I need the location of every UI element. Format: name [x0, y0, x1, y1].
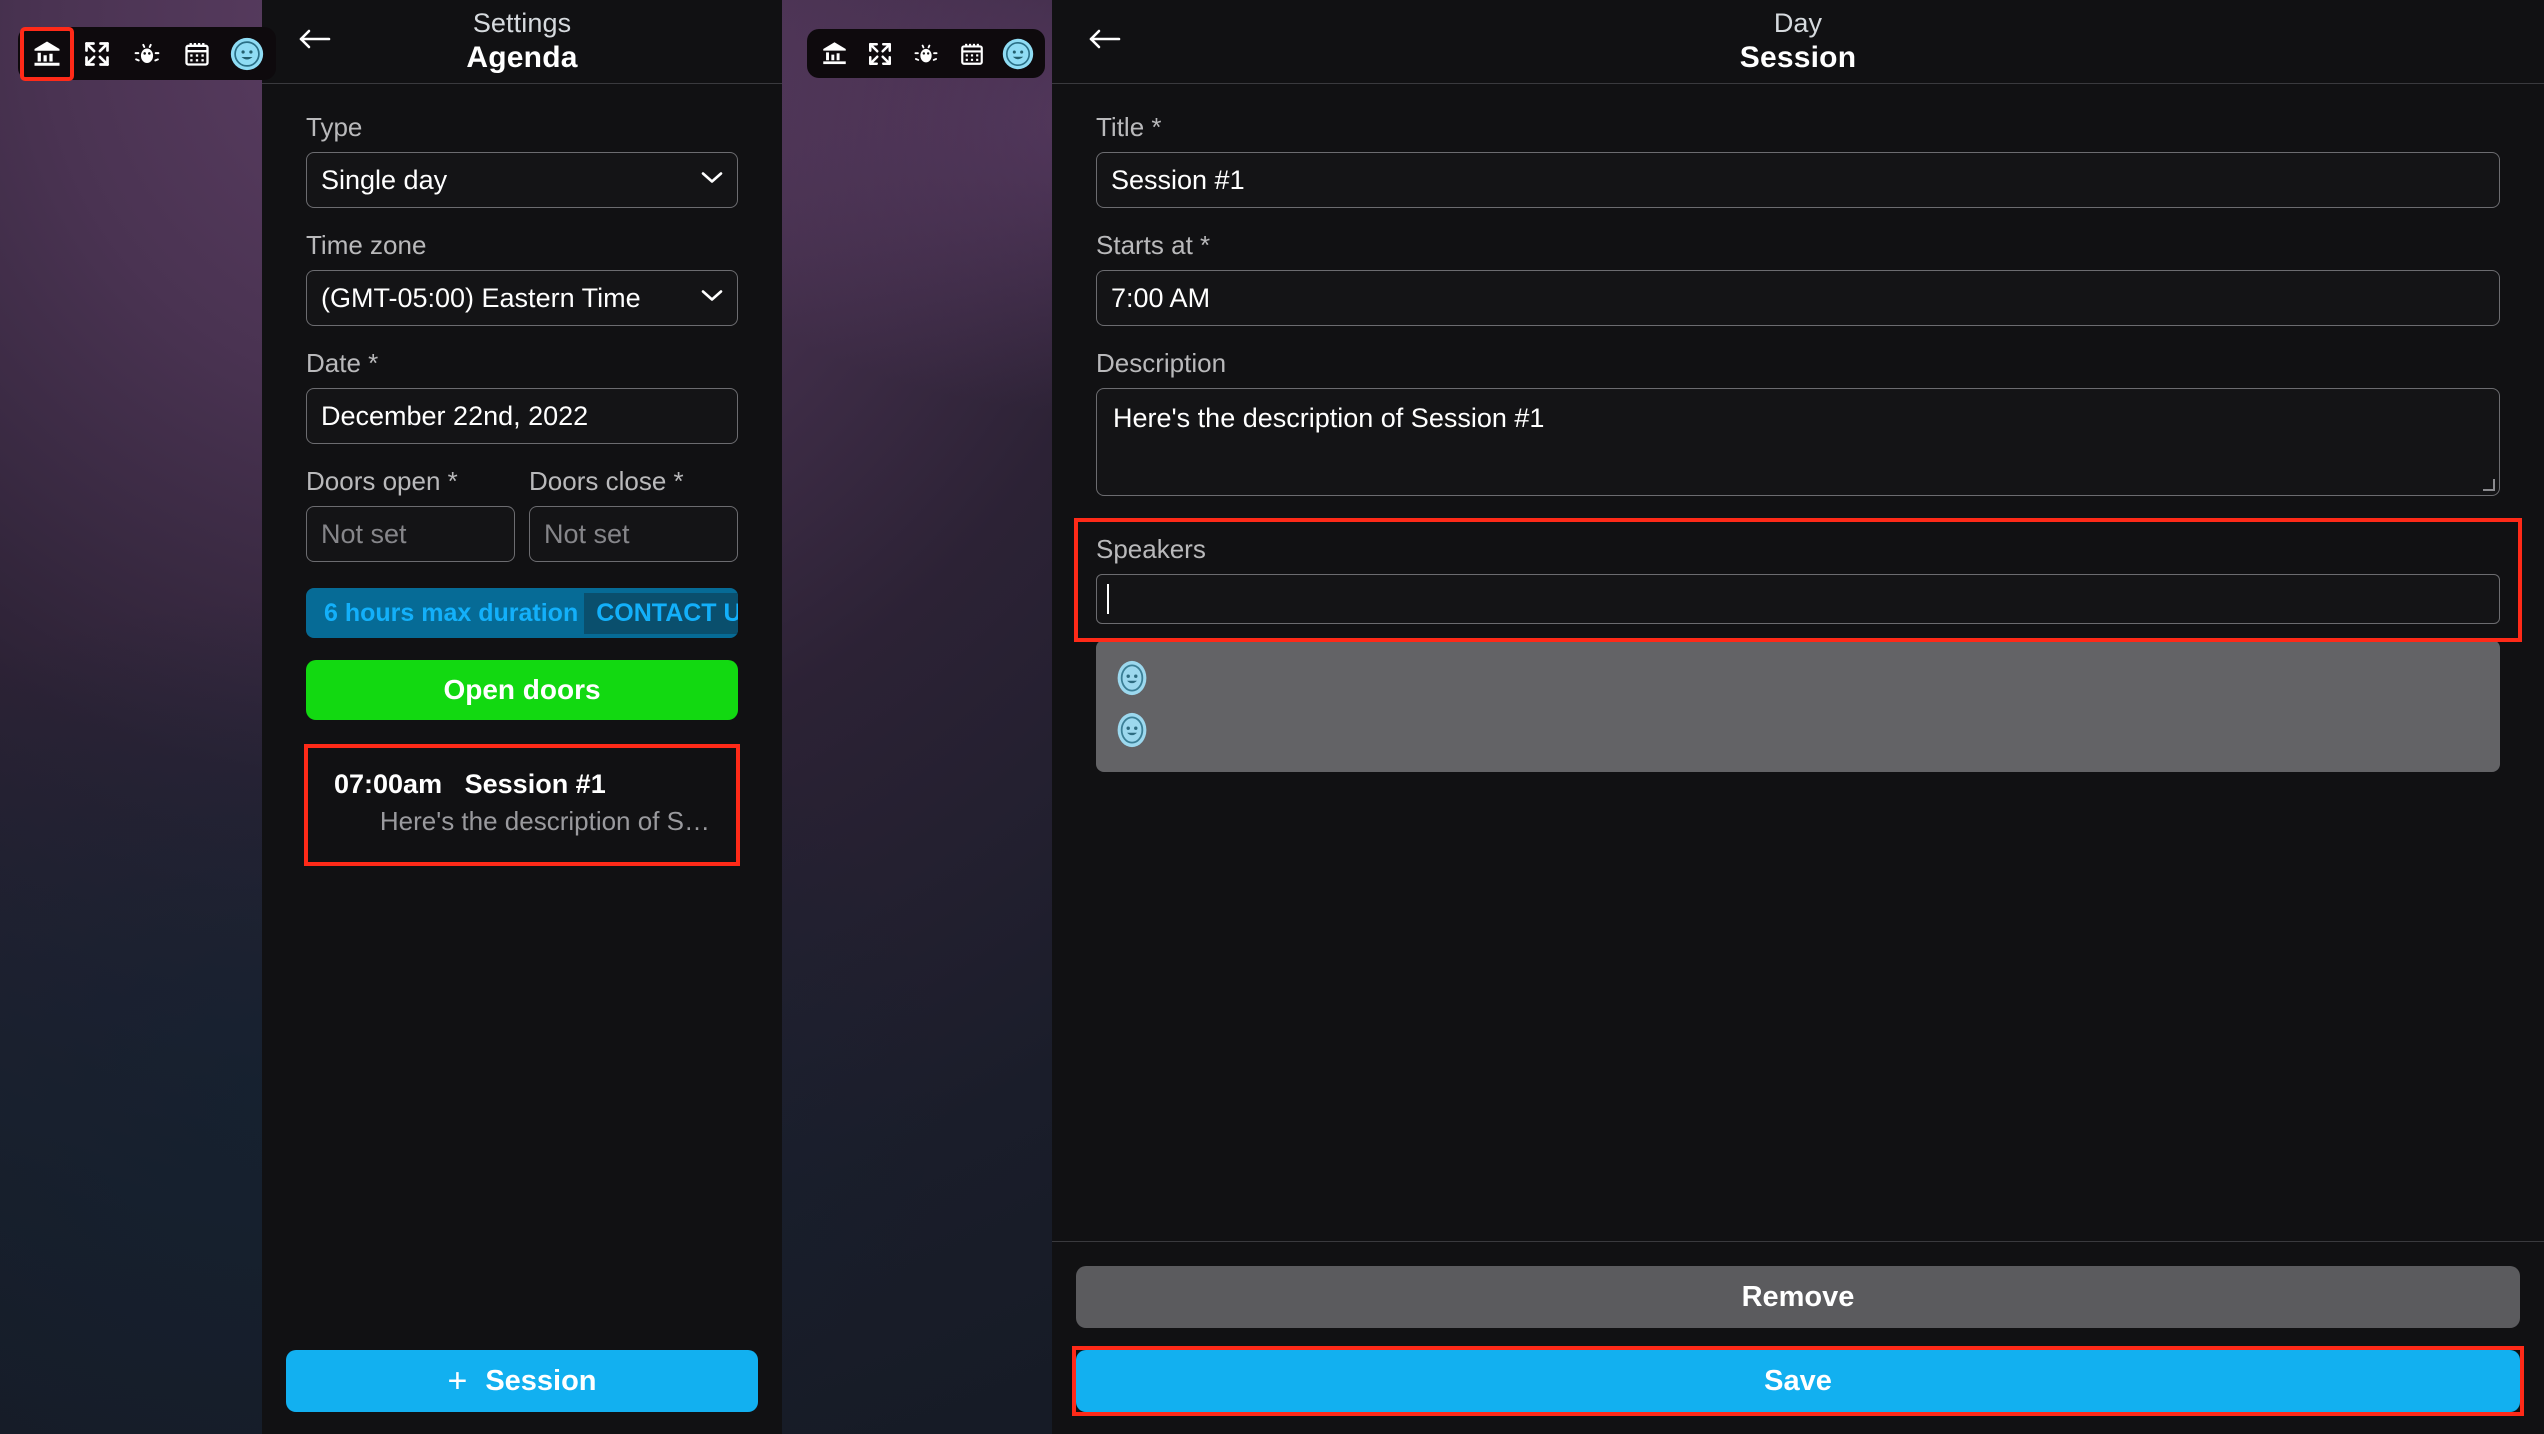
speakers-field: Speakers [1076, 520, 2520, 640]
speaker-option[interactable] [1114, 654, 2482, 706]
description-value: Here's the description of Session #1 [1113, 403, 1545, 433]
date-input[interactable]: December 22nd, 2022 [306, 388, 738, 444]
agenda-panel: Settings Agenda Type Single day Time zon… [262, 0, 782, 1434]
doors-open-label: Doors open * [306, 466, 458, 496]
expand-fullscreen-icon [867, 41, 893, 67]
title-label: Title * [1096, 112, 1162, 142]
toolbar-button-debug[interactable] [124, 31, 170, 77]
toolbar2-button-calendar[interactable] [951, 33, 993, 75]
remove-button[interactable]: Remove [1076, 1266, 2520, 1328]
doors-row: Doors open * Not set Doors close * Not s… [306, 466, 738, 584]
agenda-footer: + Session [262, 1328, 782, 1434]
back-button[interactable] [1084, 22, 1124, 62]
description-label: Description [1096, 348, 1227, 378]
toolbar-button-calendar[interactable] [174, 31, 220, 77]
session-breadcrumb: Day [1773, 8, 1823, 38]
toolbar2-button-fullscreen[interactable] [859, 33, 901, 75]
bug-debug-icon [133, 40, 161, 68]
session-item-time: 07:00am [334, 769, 443, 799]
bug-debug-icon [913, 41, 939, 67]
starts-at-label: Starts at * [1096, 230, 1211, 260]
speakers-input[interactable] [1096, 574, 2500, 624]
save-button[interactable]: Save [1076, 1350, 2520, 1412]
type-select[interactable]: Single day [306, 152, 738, 208]
doors-open-value: Not set [321, 518, 407, 549]
speakers-label: Speakers [1096, 534, 1206, 564]
doors-close-label: Doors close * [529, 466, 684, 496]
session-list-item[interactable]: 07:00am Session #1 Here's the descriptio… [306, 746, 738, 864]
toolbar-button-fullscreen[interactable] [74, 31, 120, 77]
starts-at-input[interactable]: 7:00 AM [1096, 270, 2500, 326]
toolbar2-button-debug[interactable] [905, 33, 947, 75]
session-item-description: Here's the description of S… [379, 806, 710, 836]
starts-at-value: 7:00 AM [1111, 282, 1211, 313]
title-value: Session #1 [1111, 164, 1245, 195]
add-session-button[interactable]: + Session [286, 1350, 758, 1412]
speakers-dropdown [1096, 640, 2500, 772]
toolbar2-button-home[interactable] [813, 33, 855, 75]
home-bank-icon [32, 39, 62, 69]
max-duration-banner[interactable]: 6 hours max duration CONTACT US [306, 588, 738, 638]
expand-fullscreen-icon [83, 40, 111, 68]
session-item-heading: 07:00am Session #1 [334, 769, 710, 800]
agenda-page-title: Agenda [466, 41, 578, 74]
title-input[interactable]: Session #1 [1096, 152, 2500, 208]
avatar-face-icon [1114, 660, 1150, 701]
agenda-form: Type Single day Time zone (GMT-05:00) Ea… [262, 84, 782, 864]
date-value: December 22nd, 2022 [321, 400, 589, 431]
date-label: Date * [306, 348, 379, 378]
session-page-title: Session [1739, 41, 1857, 74]
add-session-label: Session [485, 1364, 597, 1397]
doors-close-value: Not set [544, 518, 630, 549]
contact-us-button[interactable]: CONTACT US [584, 592, 738, 634]
toolbar-primary [18, 26, 276, 81]
timezone-select[interactable]: (GMT-05:00) Eastern Time [306, 270, 738, 326]
session-item-title: Session #1 [464, 769, 606, 799]
avatar-face-icon [230, 37, 264, 71]
calendar-icon [183, 40, 211, 68]
session-form: Title * Session #1 Starts at * 7:00 AM D… [1052, 84, 2544, 772]
toolbar-secondary [807, 29, 1045, 78]
toolbar-button-profile[interactable] [224, 31, 270, 77]
banner-text: 6 hours max duration [324, 598, 579, 627]
text-caret [1107, 584, 1109, 614]
calendar-icon [959, 41, 985, 67]
avatar-face-icon [1114, 712, 1150, 753]
back-button[interactable] [294, 22, 334, 62]
type-label: Type [306, 112, 363, 142]
chevron-down-icon [701, 171, 723, 190]
home-bank-icon [821, 40, 848, 67]
arrow-left-icon [297, 26, 331, 57]
plus-icon: + [447, 1362, 468, 1400]
avatar-face-icon [1002, 38, 1034, 70]
session-header: Day Session [1052, 0, 2544, 84]
chevron-down-icon [701, 289, 723, 308]
timezone-label: Time zone [306, 230, 427, 260]
arrow-left-icon [1087, 26, 1121, 57]
type-value: Single day [321, 164, 448, 195]
description-textarea[interactable]: Here's the description of Session #1 [1096, 388, 2500, 496]
toolbar2-button-profile[interactable] [997, 33, 1039, 75]
session-list: 07:00am Session #1 Here's the descriptio… [262, 746, 782, 864]
session-panel: Day Session Title * Session #1 Starts at… [1052, 0, 2544, 1434]
doors-close-input[interactable]: Not set [529, 506, 738, 562]
timezone-value: (GMT-05:00) Eastern Time [321, 282, 641, 313]
session-footer: Remove Save [1052, 1241, 2544, 1434]
agenda-header: Settings Agenda [262, 0, 782, 84]
open-doors-button[interactable]: Open doors [306, 660, 738, 720]
resize-handle-icon[interactable] [2483, 479, 2495, 491]
doors-open-input[interactable]: Not set [306, 506, 515, 562]
agenda-breadcrumb: Settings [472, 8, 572, 38]
speaker-option[interactable] [1114, 706, 2482, 758]
toolbar-button-home[interactable] [20, 26, 74, 81]
